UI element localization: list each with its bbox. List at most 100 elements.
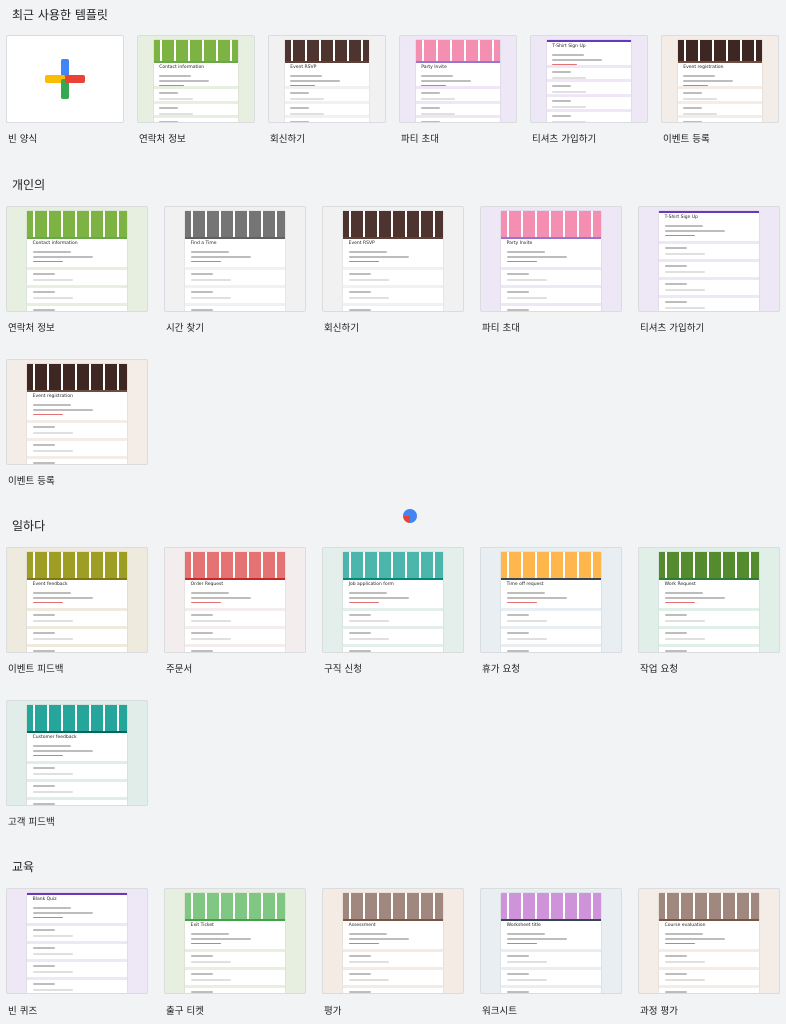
template-accent-bar — [342, 237, 444, 239]
template-banner-image — [658, 552, 760, 578]
template-label-work-5[interactable]: 고객 피드백 — [8, 814, 55, 828]
template-accent-bar — [26, 578, 128, 580]
template-card-work-0[interactable]: Event feedback — [6, 547, 148, 653]
template-banner-image — [658, 893, 760, 919]
template-preview: Contact information — [26, 211, 128, 311]
template-card-work-4[interactable]: Work Request — [638, 547, 780, 653]
template-accent-bar — [658, 211, 760, 213]
template-accent-bar — [26, 390, 128, 392]
template-preview: Assessment — [342, 893, 444, 993]
template-label-education-4[interactable]: 과정 평가 — [640, 1003, 678, 1017]
template-title: Party Invite — [506, 241, 533, 246]
template-label-work-3[interactable]: 휴가 요청 — [482, 661, 520, 675]
template-title: Event RSVP — [290, 65, 317, 71]
template-accent-bar — [184, 919, 286, 921]
template-label-recent-2[interactable]: 회신하기 — [270, 131, 305, 145]
template-label-recent-5[interactable]: 이벤트 등록 — [663, 131, 710, 145]
template-title: T-Shirt Sign Up — [552, 44, 586, 49]
template-label-personal-3[interactable]: 파티 초대 — [482, 320, 520, 334]
template-title: Worksheet title — [506, 923, 541, 928]
template-accent-bar — [342, 578, 444, 580]
template-title: Event RSVP — [348, 241, 375, 246]
template-label-recent-4[interactable]: 티셔츠 가입하기 — [532, 131, 596, 145]
template-preview: Event feedback — [26, 552, 128, 652]
template-preview: Event RSVP — [285, 40, 369, 122]
template-card-education-0[interactable]: Blank Quiz — [6, 888, 148, 994]
template-title: Customer feedback — [32, 735, 77, 740]
template-card-recent-3[interactable]: Party Invite — [399, 35, 517, 123]
template-card-personal-3[interactable]: Party Invite — [480, 206, 622, 312]
template-label-personal-4[interactable]: 티셔츠 가입하기 — [640, 320, 704, 334]
template-title: Contact information — [159, 65, 205, 71]
template-banner-image — [26, 211, 128, 237]
section-title-education: 교육 — [12, 860, 35, 874]
template-preview: Customer feedback — [26, 705, 128, 805]
template-card-education-4[interactable]: Course evaluation — [638, 888, 780, 994]
template-preview: Job application form — [342, 552, 444, 652]
template-banner-image — [184, 552, 286, 578]
template-accent-bar — [26, 893, 128, 895]
template-card-work-1[interactable]: Order Request — [164, 547, 306, 653]
template-card-personal-0[interactable]: Contact information — [6, 206, 148, 312]
template-card-personal-4[interactable]: T-Shirt Sign Up — [638, 206, 780, 312]
template-label-recent-3[interactable]: 파티 초대 — [401, 131, 439, 145]
template-title: Contact information — [32, 241, 78, 246]
template-label-education-1[interactable]: 출구 티켓 — [166, 1003, 204, 1017]
template-title: Job application form — [348, 582, 394, 587]
template-card-personal-5[interactable]: Event registration — [6, 359, 148, 465]
template-preview: Event registration — [26, 364, 128, 464]
template-card-recent-2[interactable]: Event RSVP — [268, 35, 386, 123]
template-preview: Event RSVP — [342, 211, 444, 311]
template-preview: Order Request — [184, 552, 286, 652]
template-title: Course evaluation — [664, 923, 706, 928]
template-card-recent-5[interactable]: Event registration — [661, 35, 779, 123]
template-title: Find a Time — [190, 241, 217, 246]
template-accent-bar — [26, 237, 128, 239]
template-label-personal-0[interactable]: 연락처 정보 — [8, 320, 55, 334]
template-preview: Exit Ticket — [184, 893, 286, 993]
template-card-work-3[interactable]: Time off request — [480, 547, 622, 653]
template-card-recent-4[interactable]: T-Shirt Sign Up — [530, 35, 648, 123]
template-title: Time off request — [506, 582, 544, 587]
template-label-education-2[interactable]: 평가 — [324, 1003, 341, 1017]
template-card-recent-0[interactable] — [6, 35, 124, 123]
template-preview: Party Invite — [416, 40, 500, 122]
template-preview: Contact information — [154, 40, 238, 122]
template-label-recent-0[interactable]: 빈 양식 — [8, 131, 37, 145]
template-preview: T-Shirt Sign Up — [547, 40, 631, 122]
template-banner-image — [26, 705, 128, 731]
template-card-education-3[interactable]: Worksheet title — [480, 888, 622, 994]
template-label-recent-1[interactable]: 연락처 정보 — [139, 131, 186, 145]
template-accent-bar — [154, 61, 238, 64]
template-preview: Event registration — [678, 40, 762, 122]
template-label-work-0[interactable]: 이벤트 피드백 — [8, 661, 63, 675]
template-label-personal-2[interactable]: 회신하기 — [324, 320, 359, 334]
template-label-work-2[interactable]: 구직 신청 — [324, 661, 362, 675]
template-accent-bar — [184, 237, 286, 239]
plus-icon — [45, 59, 85, 99]
template-label-education-3[interactable]: 워크시트 — [482, 1003, 517, 1017]
template-label-personal-1[interactable]: 시간 찾기 — [166, 320, 204, 334]
template-accent-bar — [500, 237, 602, 239]
template-label-education-0[interactable]: 빈 퀴즈 — [8, 1003, 37, 1017]
template-card-education-1[interactable]: Exit Ticket — [164, 888, 306, 994]
template-card-education-2[interactable]: Assessment — [322, 888, 464, 994]
template-title: Event registration — [683, 65, 724, 71]
template-label-personal-5[interactable]: 이벤트 등록 — [8, 473, 55, 487]
template-title: Blank Quiz — [32, 897, 57, 902]
section-title-recent: 최근 사용한 템플릿 — [12, 8, 108, 22]
template-banner-image — [184, 211, 286, 237]
template-label-work-4[interactable]: 작업 요청 — [640, 661, 678, 675]
template-title: T-Shirt Sign Up — [664, 215, 698, 220]
template-card-work-5[interactable]: Customer feedback — [6, 700, 148, 806]
template-banner-image — [184, 893, 286, 919]
template-card-work-2[interactable]: Job application form — [322, 547, 464, 653]
template-banner-image — [416, 40, 500, 62]
loading-spinner — [403, 509, 417, 523]
template-card-personal-1[interactable]: Find a Time — [164, 206, 306, 312]
template-card-recent-1[interactable]: Contact information — [137, 35, 255, 123]
template-card-personal-2[interactable]: Event RSVP — [322, 206, 464, 312]
template-label-work-1[interactable]: 주문서 — [166, 661, 192, 675]
template-banner-image — [500, 211, 602, 237]
template-banner-image — [342, 552, 444, 578]
